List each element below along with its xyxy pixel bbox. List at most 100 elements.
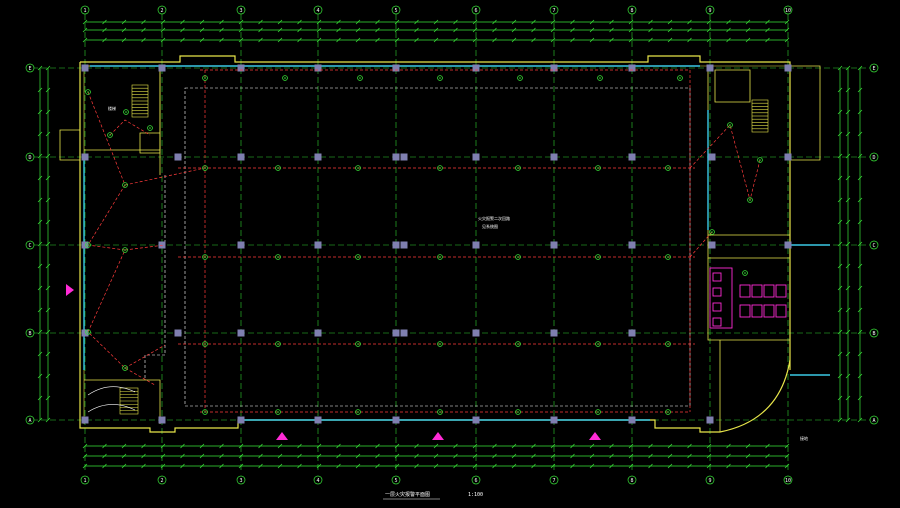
toilet-partitions <box>709 267 787 329</box>
column <box>550 64 558 72</box>
detector-dot <box>597 343 599 345</box>
axis-bubble-label: 1 <box>83 8 86 14</box>
column <box>628 329 636 337</box>
axis-bubble: 10 <box>783 5 793 15</box>
axis-grid <box>32 14 872 470</box>
column <box>81 153 89 161</box>
column <box>314 241 322 249</box>
axis-bubble-label: 7 <box>552 8 555 14</box>
detector-dot <box>597 256 599 258</box>
column <box>628 416 636 424</box>
detector-dot <box>204 343 206 345</box>
detector-dot <box>277 167 279 169</box>
axis-bubble-label: 3 <box>239 478 242 484</box>
smoke-detector-icon <box>677 75 683 81</box>
detector-dot <box>109 134 111 136</box>
axis-bubble: 8 <box>627 5 637 15</box>
detector-dot <box>729 124 731 126</box>
structural-columns <box>81 64 792 424</box>
column <box>400 329 408 337</box>
detector-dot <box>357 167 359 169</box>
detector-dot <box>597 411 599 413</box>
detector-dot <box>284 77 286 79</box>
axis-bubble: 4 <box>313 5 323 15</box>
smoke-detector-icon <box>282 75 288 81</box>
corner-note: 接地 <box>800 435 808 441</box>
detector-dot <box>439 256 441 258</box>
detector-dot <box>759 159 761 161</box>
column <box>472 241 480 249</box>
column <box>550 241 558 249</box>
axis-bubble-label: C <box>872 243 875 249</box>
detector-dot <box>204 411 206 413</box>
axis-bubble: 8 <box>627 475 637 485</box>
detector-dot <box>667 256 669 258</box>
smoke-detector-icon <box>727 122 733 128</box>
column <box>392 153 400 161</box>
column <box>237 329 245 337</box>
detector-dot <box>87 91 89 93</box>
axis-bubble: 6 <box>471 475 481 485</box>
axis-bubble: 7 <box>549 475 559 485</box>
axis-bubble: 5 <box>391 5 401 15</box>
entrance-markers <box>66 284 601 440</box>
smoke-detector-icon <box>107 132 113 138</box>
column <box>550 329 558 337</box>
column <box>706 64 714 72</box>
axis-bubble-label: 4 <box>316 8 319 14</box>
detector-dot <box>87 331 89 333</box>
axis-bubble: 6 <box>471 5 481 15</box>
axis-bubble-label: A <box>872 418 875 424</box>
detector-dot <box>359 77 361 79</box>
detector-dot <box>357 411 359 413</box>
entrance-arrow-icon <box>589 432 601 440</box>
axis-bubble-label: 5 <box>394 478 397 484</box>
axis-bubble-label: 10 <box>785 8 791 14</box>
axis-bubble-label: 4 <box>316 478 319 484</box>
detector-dot <box>517 343 519 345</box>
detector-dot <box>667 411 669 413</box>
axis-bubble: D <box>25 152 35 162</box>
axis-bubble: 2 <box>157 475 167 485</box>
axis-bubble-label: 2 <box>160 8 163 14</box>
axis-bubble-label: C <box>28 243 31 249</box>
column <box>81 64 89 72</box>
axis-bubble: B <box>25 328 35 338</box>
column <box>628 64 636 72</box>
detector-dot <box>357 343 359 345</box>
axis-bubble: D <box>869 152 879 162</box>
column <box>400 153 408 161</box>
hall-boundary <box>144 87 691 407</box>
column <box>237 64 245 72</box>
cad-floor-plan: 1 1 2 2 3 3 4 4 5 5 6 6 7 7 8 8 9 9 10 10 E D C B A E D C B A 火灾报警二次回… <box>0 0 900 508</box>
smoke-detector-icon <box>742 270 748 276</box>
detector-dot <box>517 256 519 258</box>
column <box>550 416 558 424</box>
smoke-detector-icon <box>437 75 443 81</box>
axis-bubble: A <box>25 415 35 425</box>
axis-bubble: 3 <box>236 475 246 485</box>
axis-bubble: 2 <box>157 5 167 15</box>
column <box>392 329 400 337</box>
smoke-detector-icon <box>123 109 129 115</box>
detector-dot <box>711 231 713 233</box>
axis-bubble-label: B <box>872 331 875 337</box>
axis-bubble-label: A <box>28 418 31 424</box>
column <box>314 153 322 161</box>
column <box>472 329 480 337</box>
detector-dot <box>439 167 441 169</box>
detector-dot <box>204 77 206 79</box>
axis-bubble-label: 6 <box>474 478 477 484</box>
column <box>550 153 558 161</box>
axis-bubble-label: E <box>28 66 31 72</box>
smoke-detector-icon <box>757 157 763 163</box>
axis-bubble-label: 9 <box>708 8 711 14</box>
axis-bubble-label: D <box>28 155 31 161</box>
detector-dot <box>439 77 441 79</box>
column <box>158 64 166 72</box>
column <box>708 241 716 249</box>
axis-bubble: C <box>869 240 879 250</box>
entrance-arrow-icon <box>432 432 444 440</box>
column <box>784 153 792 161</box>
axis-bubble-label: 2 <box>160 478 163 484</box>
